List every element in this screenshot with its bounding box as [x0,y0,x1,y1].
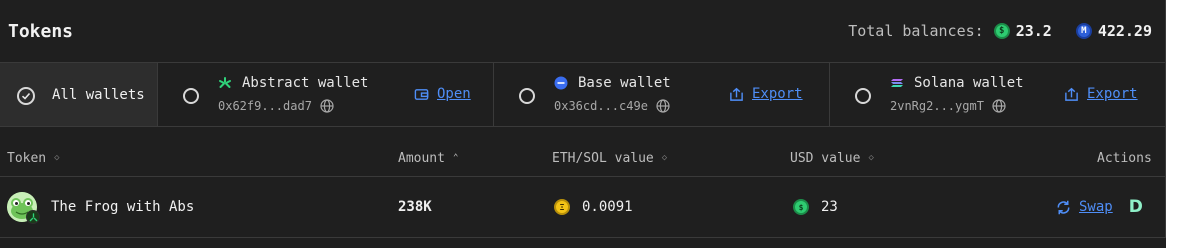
wallet-option-all[interactable]: All wallets [0,63,158,126]
sort-icon[interactable]: ◇ [662,154,667,163]
export-icon [730,87,743,101]
tokens-panel: Tokens Total balances: $ 23.2 M 422.29 A… [0,0,1166,238]
wallet-address-text: 0x36cd...c49e [554,99,648,113]
table-row[interactable]: The Frog with Abs 238K Ξ 0.0091 $ 23 Swa… [0,177,1166,237]
eth-coin-icon: Ξ [554,199,570,215]
export-solana-link[interactable]: Export [1064,86,1138,102]
balance-other-value: 422.29 [1097,22,1152,40]
sort-icon[interactable]: ◇ [868,154,873,163]
open-wallet-link[interactable]: Open [414,86,471,102]
column-header-eth-sol-value[interactable]: ETH/SOL value ◇ [552,151,667,166]
solana-logo-icon [890,76,904,90]
all-wallets-label: All wallets [52,87,145,103]
usd-value: 23 [821,199,838,215]
wallet-option-base[interactable]: Base wallet 0x36cd...c49e Export [494,63,830,126]
radio-icon[interactable] [855,88,871,104]
wallet-name-text: Solana wallet [914,75,1024,91]
wallet-icon [414,88,429,100]
radio-icon[interactable] [183,88,199,104]
wallet-name: Abstract wallet [218,75,368,91]
column-header-actions: Actions [1097,151,1152,166]
globe-icon[interactable] [656,99,670,113]
sort-icon[interactable]: ⌃ [453,154,458,163]
wallet-name: Base wallet [554,75,671,91]
wallet-address: 0x62f9...dad7 [218,99,334,113]
base-logo-icon [554,76,568,90]
column-label: Actions [1097,151,1152,166]
usd-coin-icon: $ [793,199,809,215]
actions-cell: Swap D [1055,197,1143,217]
swap-icon [1057,200,1070,214]
column-label: ETH/SOL value [552,151,654,166]
eth-sol-value: 0.0091 [582,199,633,215]
page-background-right [1166,0,1200,248]
sort-icon[interactable]: ◇ [54,154,59,163]
usd-value-cell: $ 23 [793,199,838,215]
wallet-name-text: Abstract wallet [242,75,369,91]
token-amount: 238K [398,199,432,215]
export-label: Export [1087,86,1138,102]
export-icon [1065,87,1078,101]
export-base-link[interactable]: Export [729,86,803,102]
globe-icon[interactable] [992,99,1006,113]
swap-label: Swap [1079,199,1113,215]
wallet-option-solana[interactable]: Solana wallet 2vnRg2...ygmT Export [830,63,1166,126]
abstract-logo-icon [218,76,232,90]
table-header: Token ◇ Amount ⌃ ETH/SOL value ◇ USD val… [0,127,1166,177]
column-label: Amount [398,151,445,166]
swap-link[interactable]: Swap [1055,199,1113,216]
column-header-usd-value[interactable]: USD value ◇ [790,151,874,166]
wallet-option-abstract[interactable]: Abstract wallet 0x62f9...dad7 Open [158,63,494,126]
wallet-address: 0x36cd...c49e [554,99,670,113]
radio-icon[interactable] [519,88,535,104]
balances-label: Total balances: [848,22,984,40]
wallet-name-text: Base wallet [578,75,671,91]
column-label: USD value [790,151,861,166]
column-label: Token [7,151,47,166]
token-name: The Frog with Abs [51,199,195,215]
wallet-name: Solana wallet [890,75,1024,91]
wallet-address-text: 2vnRg2...ygmT [890,99,984,113]
export-label: Export [752,86,803,102]
column-header-amount[interactable]: Amount ⌃ [398,151,458,166]
page-title: Tokens [8,20,74,42]
wallet-selector: All wallets Abstract wallet 0x62f9...dad… [0,62,1166,127]
eth-sol-value-cell: Ξ 0.0091 [554,199,633,215]
checked-radio-icon[interactable] [17,87,35,105]
open-label: Open [437,86,471,102]
token-m-icon: M [1075,23,1092,39]
globe-icon[interactable] [320,99,334,113]
dexscreener-logo-icon[interactable]: D [1129,197,1143,217]
usd-coin-icon: $ [993,23,1010,39]
total-balances: Total balances: $ 23.2 M 422.29 [848,22,1152,40]
wallet-address-text: 0x62f9...dad7 [218,99,312,113]
column-header-token[interactable]: Token ◇ [7,151,60,166]
abstract-badge-icon [26,210,40,224]
wallet-address: 2vnRg2...ygmT [890,99,1006,113]
balance-usd-value: 23.2 [1015,22,1052,40]
panel-header: Tokens Total balances: $ 23.2 M 422.29 [0,0,1166,62]
